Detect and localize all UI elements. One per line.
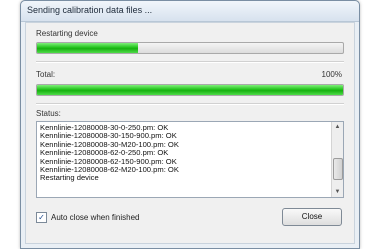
status-scrollbar[interactable]: ▲ ▼ — [331, 122, 343, 197]
calibration-dialog: Sending calibration data files ... Resta… — [20, 0, 360, 249]
device-progress-label: Restarting device — [36, 29, 98, 38]
auto-close-checkbox[interactable]: ✓ — [36, 212, 47, 223]
auto-close-label: Auto close when finished — [51, 213, 140, 222]
close-button[interactable]: Close — [282, 208, 342, 226]
total-progress-percent: 100% — [321, 70, 342, 79]
status-listbox[interactable]: Kennlinie-12080008-30-0-250.pm: OK Kennli… — [36, 121, 344, 198]
scroll-thumb[interactable] — [333, 158, 343, 180]
total-progress-bar — [36, 84, 344, 96]
status-lines: Kennlinie-12080008-30-0-250.pm: OK Kennli… — [40, 123, 329, 183]
scroll-up-icon[interactable]: ▲ — [332, 122, 343, 132]
divider — [36, 61, 344, 63]
auto-close-row[interactable]: ✓ Auto close when finished — [36, 212, 140, 223]
device-progress-fill — [37, 43, 138, 53]
status-label: Status: — [36, 109, 61, 118]
total-progress-label: Total: — [36, 70, 56, 79]
scroll-down-icon[interactable]: ▼ — [332, 187, 343, 197]
dialog-body: Restarting device Total: 100% Status: Ke… — [25, 22, 355, 244]
check-icon: ✓ — [38, 213, 45, 222]
divider — [36, 103, 344, 105]
window-title: Sending calibration data files ... — [27, 5, 153, 15]
status-line: Restarting device — [40, 173, 99, 183]
total-progress-fill — [37, 85, 343, 95]
device-progress-bar — [36, 42, 344, 54]
title-bar[interactable]: Sending calibration data files ... — [21, 1, 359, 22]
